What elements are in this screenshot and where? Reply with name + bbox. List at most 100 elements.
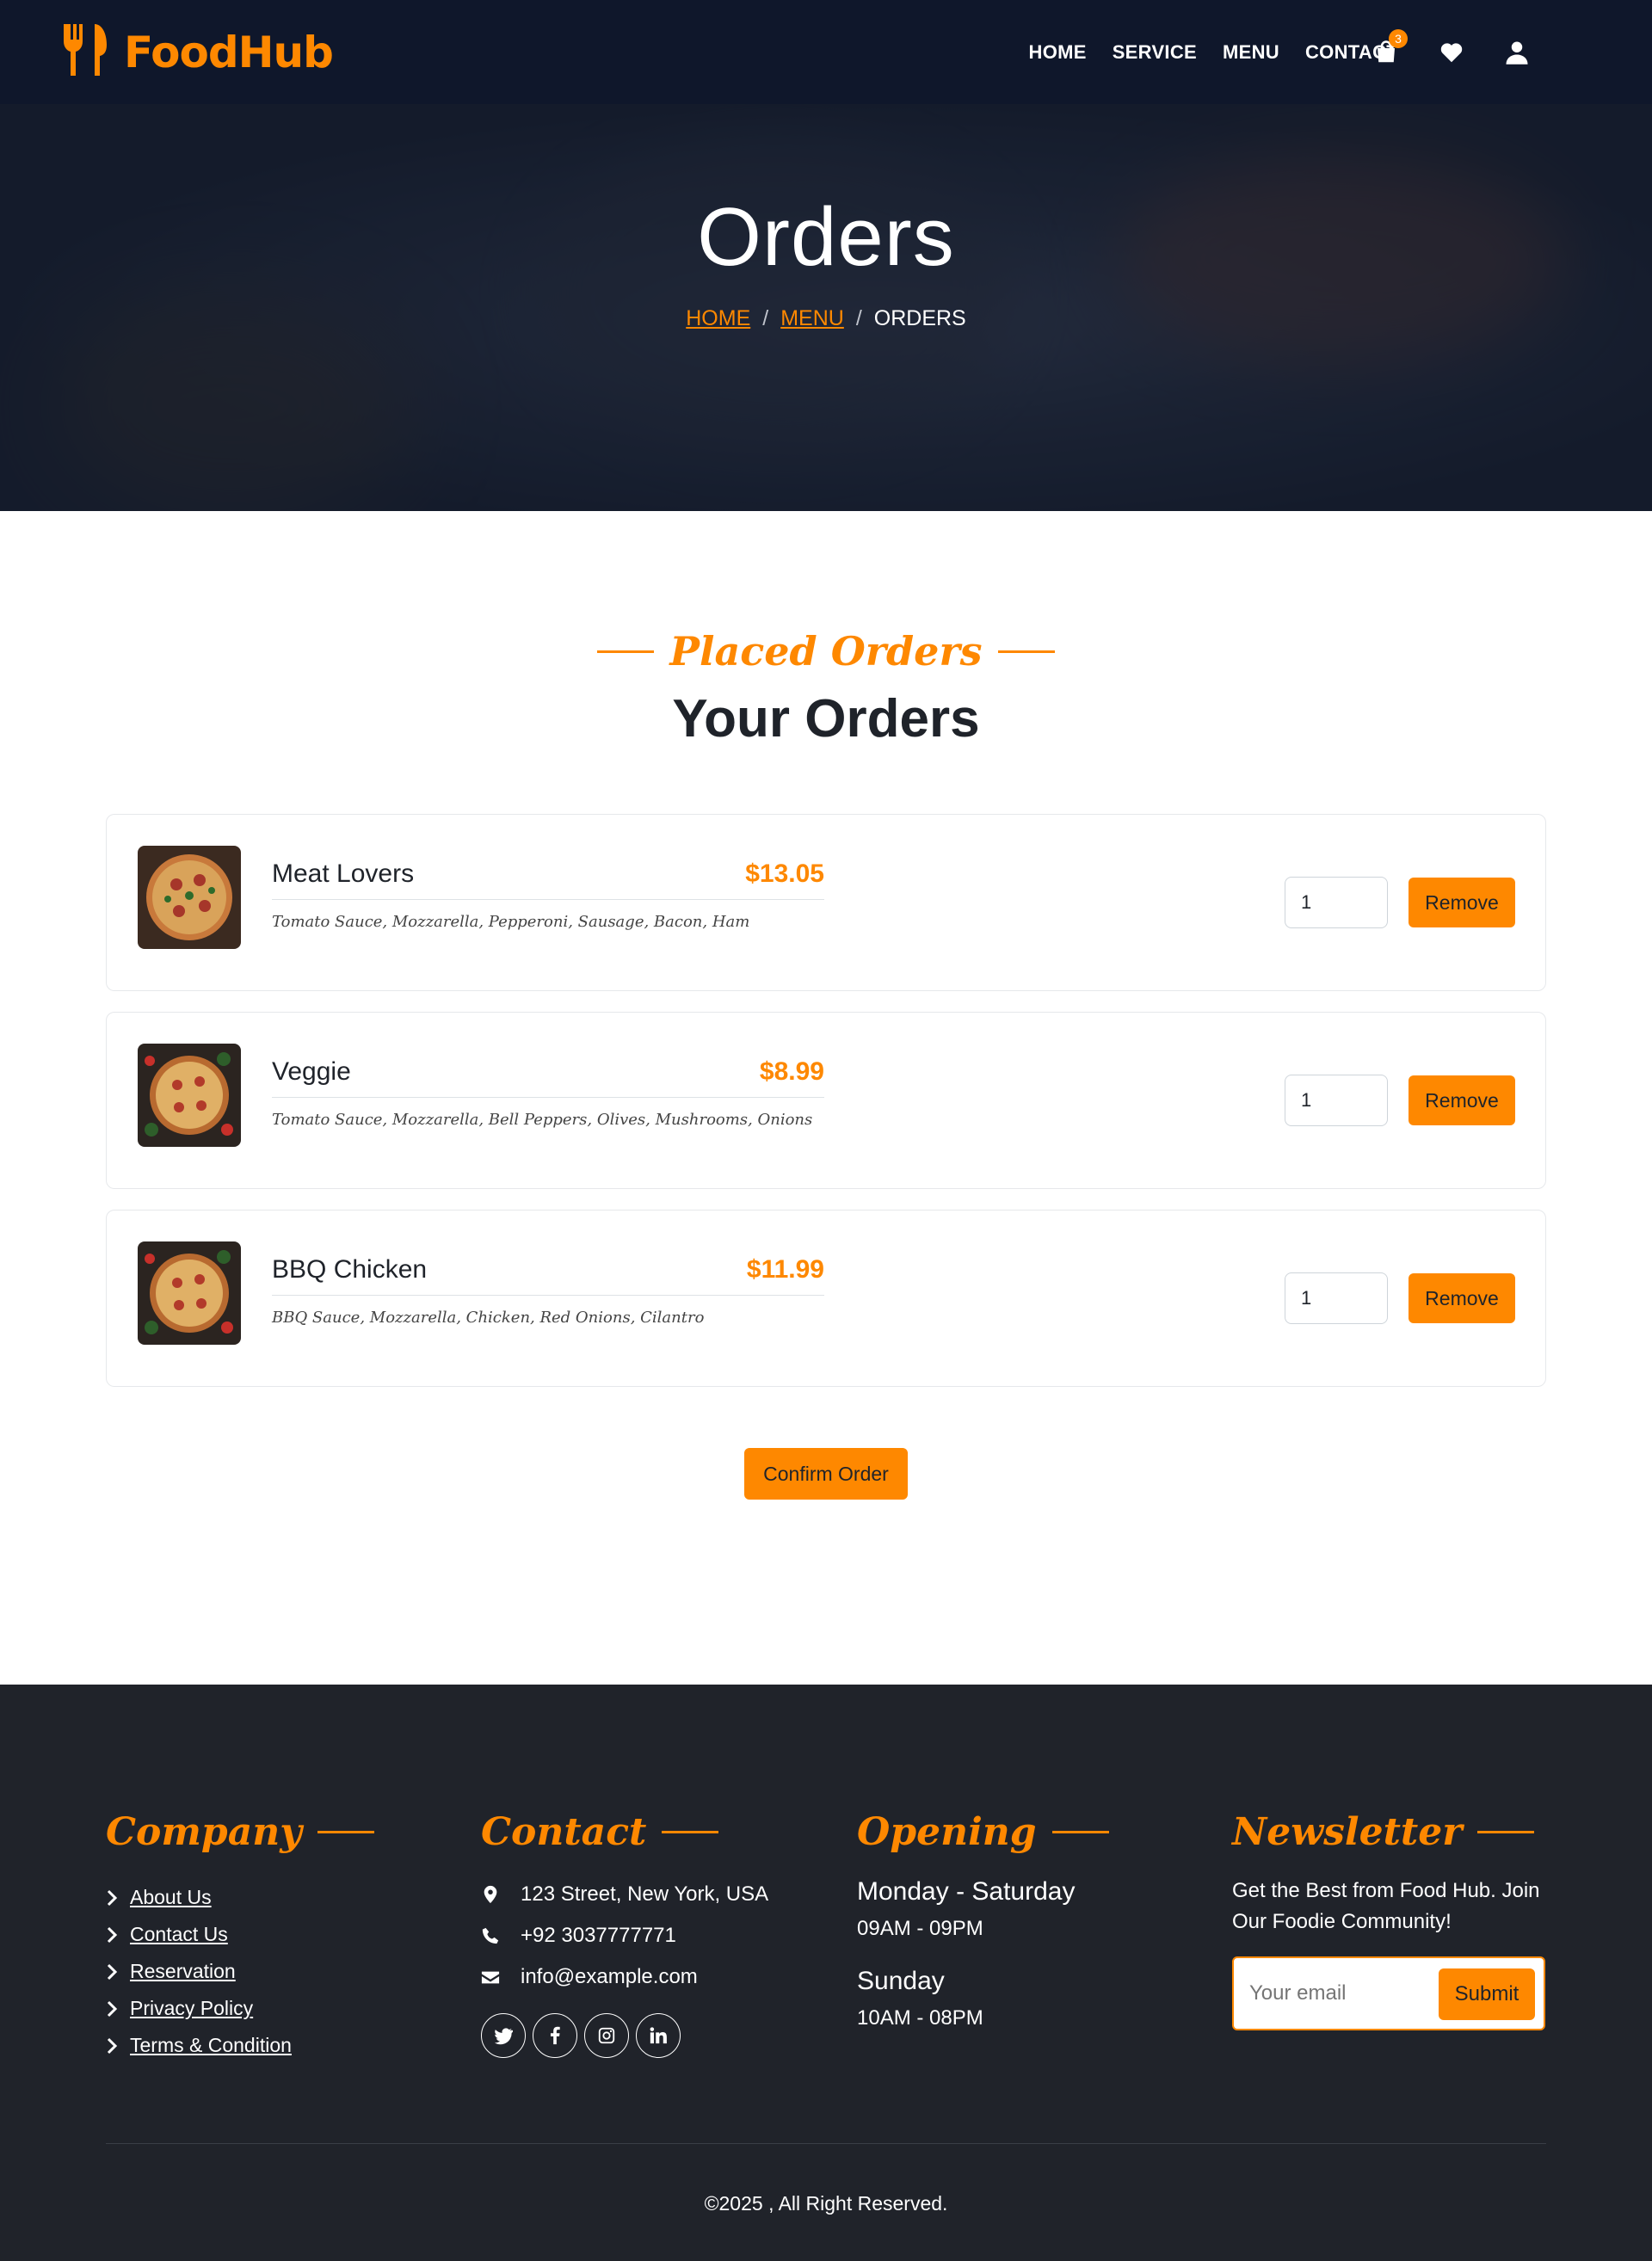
breadcrumb: HOME / MENU / ORDERS (0, 306, 1652, 331)
breadcrumb-home-link[interactable]: HOME (686, 306, 750, 330)
quantity-input[interactable] (1285, 877, 1388, 928)
pizza-image (138, 1044, 241, 1147)
quantity-input[interactable] (1285, 1272, 1388, 1324)
decorative-line (662, 1830, 719, 1833)
divider (272, 899, 824, 900)
order-item-price: $13.05 (745, 859, 824, 888)
chevron-right-icon (107, 1926, 118, 1943)
opening-weekday-hours: 09AM - 09PM (857, 1917, 983, 1940)
contact-address: 123 Street, New York, USA (481, 1874, 768, 1915)
breadcrumb-menu-link[interactable]: MENU (780, 306, 844, 330)
shopping-bag-icon[interactable]: 3 (1372, 28, 1408, 67)
order-card: BBQ Chicken $11.99 BBQ Sauce, Mozzarella… (106, 1210, 1546, 1387)
footer-link-item: About Us (106, 1879, 374, 1916)
navbar: FoodHub HOME SERVICE MENU CONTACT 3 (0, 0, 1652, 104)
footer-opening: Opening Monday - Saturday 09AM - 09PM Su… (857, 1803, 1109, 2030)
footer-company-title: Company (106, 1809, 302, 1854)
footer-divider (106, 2143, 1546, 2144)
page-hero: Orders HOME / MENU / ORDERS (0, 104, 1652, 511)
twitter-icon[interactable] (481, 2013, 526, 2058)
cart-count-badge: 3 (1389, 28, 1408, 48)
pizza-image (138, 1241, 241, 1345)
footer-contact-title: Contact (481, 1809, 647, 1854)
divider (272, 1295, 824, 1296)
footer-link-item: Privacy Policy (106, 1990, 374, 2027)
footer-link-item: Terms & Condition (106, 2027, 374, 2064)
contact-email: info@example.com (481, 1956, 768, 1998)
order-item-description: Tomato Sauce, Mozzarella, Bell Peppers, … (272, 1111, 813, 1129)
footer-heading: Company (106, 1803, 374, 1860)
divider (272, 1097, 824, 1098)
footer-link-about[interactable]: About Us (130, 1886, 212, 1909)
breadcrumb-separator: / (762, 306, 769, 330)
section-subtitle: Placed Orders (0, 628, 1652, 675)
pizza-image (138, 846, 241, 949)
nav-service-link[interactable]: SERVICE (1113, 41, 1197, 64)
nav-menu-link[interactable]: MENU (1223, 41, 1279, 64)
main-nav: HOME SERVICE MENU CONTACT (1029, 0, 1399, 104)
instagram-icon[interactable] (584, 2013, 629, 2058)
nav-icons: 3 (1372, 0, 1532, 104)
map-marker-icon (484, 1885, 497, 1904)
opening-weekday-label: Monday - Saturday (857, 1877, 1076, 1906)
section-title: Your Orders (672, 689, 980, 749)
company-links: About Us Contact Us Reservation Privacy … (106, 1879, 374, 2064)
footer-heading: Opening (857, 1803, 1109, 1860)
order-card: Veggie $8.99 Tomato Sauce, Mozzarella, B… (106, 1012, 1546, 1189)
opening-sunday-label: Sunday (857, 1967, 945, 1995)
footer-link-terms[interactable]: Terms & Condition (130, 2034, 292, 2057)
brand-logo[interactable]: FoodHub (62, 22, 334, 82)
newsletter-text: Get the Best from Food Hub. Join Our Foo… (1232, 1879, 1540, 1933)
footer-newsletter-title: Newsletter (1232, 1809, 1463, 1854)
linkedin-icon[interactable] (636, 2013, 681, 2058)
footer-link-privacy[interactable]: Privacy Policy (130, 1997, 253, 2020)
quantity-input[interactable] (1285, 1075, 1388, 1126)
envelope-icon (481, 1971, 500, 1984)
confirm-order-button[interactable]: Confirm Order (744, 1448, 908, 1500)
heart-icon[interactable] (1437, 38, 1466, 67)
breadcrumb-current: ORDERS (873, 306, 966, 330)
remove-button[interactable]: Remove (1409, 1075, 1515, 1125)
phone-icon (482, 1927, 499, 1944)
footer-newsletter: Newsletter Get the Best from Food Hub. J… (1232, 1803, 1550, 2030)
chevron-right-icon (107, 1889, 118, 1906)
brand-name: FoodHub (124, 27, 334, 77)
chevron-right-icon (107, 2037, 118, 2054)
decorative-line (317, 1830, 374, 1833)
contact-email-text: info@example.com (521, 1965, 698, 1988)
remove-button[interactable]: Remove (1409, 1273, 1515, 1323)
decorative-line (1477, 1830, 1535, 1833)
user-icon[interactable] (1502, 38, 1532, 67)
footer-link-item: Contact Us (106, 1916, 374, 1953)
decorative-line (1051, 1830, 1109, 1833)
social-links (481, 2013, 768, 2058)
footer-opening-title: Opening (857, 1809, 1037, 1854)
section-subtitle-text: Placed Orders (669, 628, 983, 675)
order-item-price: $8.99 (759, 1057, 824, 1086)
decorative-line (597, 650, 655, 653)
footer-link-contact[interactable]: Contact Us (130, 1923, 228, 1946)
contact-phone: +92 3037777771 (481, 1915, 768, 1956)
page-title: Orders (697, 191, 955, 283)
footer-heading: Newsletter (1232, 1803, 1550, 1860)
order-item-description: BBQ Sauce, Mozzarella, Chicken, Red Onio… (272, 1309, 705, 1327)
footer: Company About Us Contact Us Reservation … (0, 1685, 1652, 2261)
footer-company: Company About Us Contact Us Reservation … (106, 1803, 374, 2064)
decorative-line (997, 650, 1055, 653)
footer-link-reservation[interactable]: Reservation (130, 1960, 236, 1983)
remove-button[interactable]: Remove (1409, 878, 1515, 927)
newsletter-form: Submit (1232, 1956, 1545, 2030)
order-card: Meat Lovers $13.05 Tomato Sauce, Mozzare… (106, 814, 1546, 991)
opening-sunday-hours: 10AM - 08PM (857, 2006, 983, 2030)
contact-phone-text: +92 3037777771 (521, 1924, 676, 1947)
footer-link-item: Reservation (106, 1953, 374, 1990)
copyright-text: ©2025 , All Right Reserved. (704, 2192, 948, 2215)
newsletter-submit-button[interactable]: Submit (1439, 1968, 1535, 2020)
facebook-icon[interactable] (533, 2013, 577, 2058)
breadcrumb-separator: / (855, 306, 862, 330)
chevron-right-icon (107, 2000, 118, 2017)
nav-home-link[interactable]: HOME (1029, 41, 1087, 64)
footer-contact: Contact 123 Street, New York, USA +92 30… (481, 1803, 768, 2058)
newsletter-email-input[interactable] (1249, 1972, 1430, 2015)
order-item-price: $11.99 (746, 1255, 824, 1284)
